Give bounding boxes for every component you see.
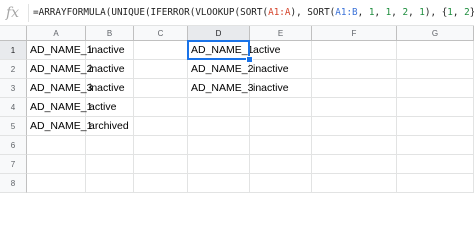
- cell-g3[interactable]: [397, 79, 474, 98]
- column-header-d[interactable]: D: [188, 26, 250, 41]
- cell-c3[interactable]: [134, 79, 188, 98]
- cell-g1[interactable]: [397, 41, 474, 60]
- cell-b1[interactable]: inactive: [86, 41, 134, 60]
- cell-f2[interactable]: [312, 60, 397, 79]
- cell-c2[interactable]: [134, 60, 188, 79]
- cell-c7[interactable]: [134, 155, 188, 174]
- cell-g4[interactable]: [397, 98, 474, 117]
- cell-b5[interactable]: archived: [86, 117, 134, 136]
- cell-d6[interactable]: [188, 136, 250, 155]
- formula-token-ref-a: A1:A: [268, 7, 291, 18]
- cell-b8[interactable]: [86, 174, 134, 193]
- cell-b2[interactable]: inactive: [86, 60, 134, 79]
- formula-token: =ARRAYFORMULA(UNIQUE(IFERROR(VLOOKUP(SOR…: [33, 7, 269, 18]
- row-header-3[interactable]: 3: [0, 79, 27, 98]
- cell-a3[interactable]: AD_NAME_3: [27, 79, 92, 98]
- row-header-8[interactable]: 8: [0, 174, 27, 193]
- cell-g6[interactable]: [397, 136, 474, 155]
- cell-a4[interactable]: AD_NAME_1: [27, 98, 92, 117]
- formula-token: ,: [357, 7, 369, 18]
- cell-c1[interactable]: [134, 41, 188, 60]
- cell-b7[interactable]: [86, 155, 134, 174]
- cell-c6[interactable]: [134, 136, 188, 155]
- cell-d7[interactable]: [188, 155, 250, 174]
- formula-token: ,: [408, 7, 420, 18]
- formula-token: ,: [374, 7, 386, 18]
- cell-d8[interactable]: [188, 174, 250, 193]
- cell-e4[interactable]: [250, 98, 312, 117]
- cell-a8[interactable]: [27, 174, 86, 193]
- formula-input[interactable]: =ARRAYFORMULA(UNIQUE(IFERROR(VLOOKUP(SOR…: [33, 5, 474, 21]
- column-header-e[interactable]: E: [250, 26, 312, 41]
- cell-g8[interactable]: [397, 174, 474, 193]
- row-header-6[interactable]: 6: [0, 136, 27, 155]
- cell-b4[interactable]: active: [86, 98, 134, 117]
- fx-icon: fx: [6, 5, 20, 21]
- formula-token: },: [470, 7, 474, 18]
- column-header-b[interactable]: B: [86, 26, 134, 41]
- cell-d5[interactable]: [188, 117, 250, 136]
- cell-e6[interactable]: [250, 136, 312, 155]
- cell-f8[interactable]: [312, 174, 397, 193]
- formula-bar-divider: [28, 4, 29, 22]
- cell-a5[interactable]: AD_NAME_1: [27, 117, 92, 136]
- cell-g5[interactable]: [397, 117, 474, 136]
- cell-e7[interactable]: [250, 155, 312, 174]
- cell-b3[interactable]: inactive: [86, 79, 134, 98]
- column-header-g[interactable]: G: [397, 26, 474, 41]
- cell-g2[interactable]: [397, 60, 474, 79]
- cell-c8[interactable]: [134, 174, 188, 193]
- cell-f7[interactable]: [312, 155, 397, 174]
- formula-token: ,: [391, 7, 403, 18]
- cell-d4[interactable]: [188, 98, 250, 117]
- row-header-2[interactable]: 2: [0, 60, 27, 79]
- column-header-f[interactable]: F: [312, 26, 397, 41]
- column-header-a[interactable]: A: [27, 26, 86, 41]
- cell-f3[interactable]: [312, 79, 397, 98]
- cell-a7[interactable]: [27, 155, 86, 174]
- fill-handle[interactable]: [246, 56, 253, 63]
- cell-d1[interactable]: AD_NAME_1: [188, 41, 253, 60]
- cell-f6[interactable]: [312, 136, 397, 155]
- formula-token: ), SORT(: [290, 7, 336, 18]
- cell-d3[interactable]: AD_NAME_3: [188, 79, 253, 98]
- cell-e1[interactable]: active: [250, 41, 312, 60]
- row-header-4[interactable]: 4: [0, 98, 27, 117]
- select-all-corner[interactable]: [0, 26, 27, 41]
- cell-e3[interactable]: inactive: [250, 79, 312, 98]
- cell-a2[interactable]: AD_NAME_2: [27, 60, 92, 79]
- formula-token: ,: [452, 7, 465, 18]
- cell-c5[interactable]: [134, 117, 188, 136]
- formula-token-ref-b: A1:B: [335, 7, 358, 18]
- cell-g7[interactable]: [397, 155, 474, 174]
- cell-f4[interactable]: [312, 98, 397, 117]
- cell-f1[interactable]: [312, 41, 397, 60]
- cell-c4[interactable]: [134, 98, 188, 117]
- cell-a6[interactable]: [27, 136, 86, 155]
- cell-d2[interactable]: AD_NAME_2: [188, 60, 253, 79]
- row-header-7[interactable]: 7: [0, 155, 27, 174]
- formula-bar[interactable]: fx =ARRAYFORMULA(UNIQUE(IFERROR(VLOOKUP(…: [0, 0, 474, 26]
- row-header-1[interactable]: 1: [0, 41, 27, 60]
- cell-a1[interactable]: AD_NAME_1: [27, 41, 92, 60]
- cell-e8[interactable]: [250, 174, 312, 193]
- cell-e5[interactable]: [250, 117, 312, 136]
- cell-e2[interactable]: inactive: [250, 60, 312, 79]
- row-header-5[interactable]: 5: [0, 117, 27, 136]
- spreadsheet-grid[interactable]: A B C D E F G 1 AD_NAME_1 inactive AD_NAME_1 active…: [0, 26, 474, 203]
- formula-token: ), {: [424, 7, 448, 18]
- cell-f5[interactable]: [312, 117, 397, 136]
- cell-b6[interactable]: [86, 136, 134, 155]
- column-header-c[interactable]: C: [134, 26, 188, 41]
